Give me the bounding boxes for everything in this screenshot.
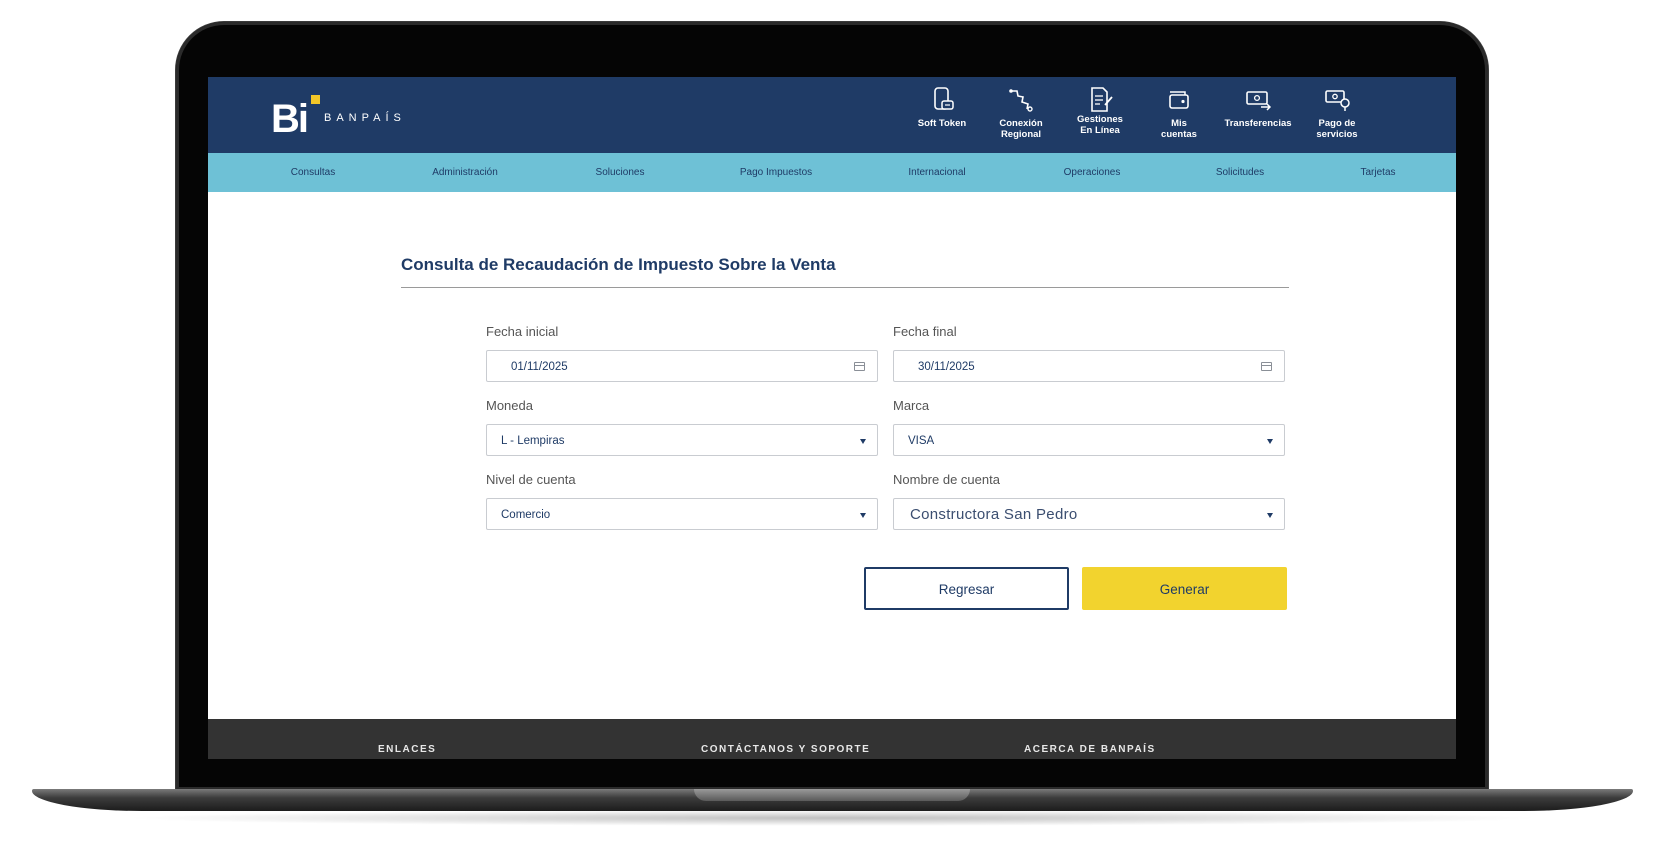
wallet-icon: [1169, 91, 1189, 109]
shortcut-transfers[interactable]: Transferencias: [1213, 85, 1303, 129]
shortcut-online-management[interactable]: Gestiones En Línea: [1055, 85, 1145, 136]
start-date-input[interactable]: 01/11/2025: [486, 350, 878, 382]
brand-value: VISA: [908, 435, 935, 447]
calendar-icon[interactable]: [1261, 362, 1272, 371]
account-name-select[interactable]: Constructora San Pedro: [893, 498, 1285, 530]
logo-wordmark: BANPAÍS: [324, 112, 406, 124]
chevron-down-icon: [1267, 513, 1273, 518]
nav-item-administracion[interactable]: Administración: [432, 153, 498, 192]
shortcut-soft-token[interactable]: Soft Token: [897, 85, 987, 129]
shortcut-regional-connection[interactable]: Conexión Regional: [976, 85, 1066, 140]
start-date-value: 01/11/2025: [511, 361, 568, 373]
shortcut-service-payment[interactable]: Pago de servicios: [1292, 85, 1382, 140]
account-level-select[interactable]: Comercio: [486, 498, 878, 530]
app-screen: Bi BANPAÍS Soft Token Conexión Regional …: [208, 77, 1456, 759]
nav-item-internacional[interactable]: Internacional: [908, 153, 965, 192]
shortcut-label-line2: En Línea: [1080, 125, 1120, 136]
end-date-label: Fecha final: [893, 324, 957, 339]
laptop-shadow: [120, 810, 1545, 826]
service-payment-icon: [1325, 90, 1350, 111]
account-level-label: Nivel de cuenta: [486, 472, 576, 487]
currency-label: Moneda: [486, 398, 533, 413]
account-name-label: Nombre de cuenta: [893, 472, 1000, 487]
page-title: Consulta de Recaudación de Impuesto Sobr…: [401, 255, 836, 274]
shortcut-label-line2: cuentas: [1161, 129, 1197, 140]
footer: ENLACES CONTÁCTANOS Y SOPORTE ACERCA DE …: [208, 719, 1456, 759]
shortcut-label-line1: Soft Token: [917, 118, 967, 129]
chevron-down-icon: [1267, 439, 1273, 444]
calendar-icon[interactable]: [854, 362, 865, 371]
shortcut-label-line2: Regional: [1000, 129, 1042, 140]
chevron-down-icon: [860, 439, 866, 444]
nav-item-soluciones[interactable]: Soluciones: [596, 153, 645, 192]
nav-item-consultas[interactable]: Consultas: [291, 153, 335, 192]
top-header: Bi BANPAÍS Soft Token Conexión Regional …: [208, 77, 1456, 153]
brand-label: Marca: [893, 398, 930, 413]
nav-item-solicitudes[interactable]: Solicitudes: [1216, 153, 1264, 192]
footer-links-heading: ENLACES: [378, 744, 437, 755]
transfer-icon: [1246, 91, 1272, 111]
account-name-value: Constructora San Pedro: [910, 506, 1078, 523]
phone-token-icon: [934, 87, 954, 110]
start-date-label: Fecha inicial: [486, 324, 559, 339]
title-divider: [401, 287, 1289, 288]
laptop-hinge-notch: [694, 789, 970, 801]
nav-item-pago-impuestos[interactable]: Pago Impuestos: [740, 153, 812, 192]
back-button[interactable]: Regresar: [864, 567, 1069, 610]
shortcut-label-line1: Transferencias: [1224, 118, 1292, 129]
logo-accent-square: [311, 95, 320, 104]
brand-select[interactable]: VISA: [893, 424, 1285, 456]
logo-mark: Bi: [271, 97, 309, 141]
account-level-value: Comercio: [501, 509, 551, 521]
footer-about-heading: ACERCA DE BANPAÍS: [1024, 744, 1156, 755]
shortcut-label-line2: servicios: [1316, 129, 1358, 140]
shortcut-label-line1: Conexión: [999, 118, 1043, 129]
chevron-down-icon: [860, 513, 866, 518]
footer-contact-heading: CONTÁCTANOS Y SOPORTE: [701, 744, 871, 755]
shortcut-my-accounts[interactable]: Mis cuentas: [1134, 85, 1224, 140]
nav-item-tarjetas[interactable]: Tarjetas: [1360, 153, 1395, 192]
generate-button[interactable]: Generar: [1082, 567, 1287, 610]
end-date-input[interactable]: 30/11/2025: [893, 350, 1285, 382]
currency-value: L - Lempiras: [501, 435, 565, 447]
main-nav: Consultas Administración Soluciones Pago…: [208, 153, 1456, 192]
end-date-value: 30/11/2025: [918, 361, 975, 373]
nav-item-operaciones[interactable]: Operaciones: [1064, 153, 1121, 192]
shortcut-label-line1: Gestiones: [1077, 114, 1123, 125]
regional-connection-icon: [1009, 89, 1033, 112]
online-document-icon: [1091, 87, 1113, 112]
currency-select[interactable]: L - Lempiras: [486, 424, 878, 456]
shortcut-label-line1: Pago de: [1318, 118, 1356, 129]
shortcut-label-line1: Mis: [1171, 118, 1187, 129]
